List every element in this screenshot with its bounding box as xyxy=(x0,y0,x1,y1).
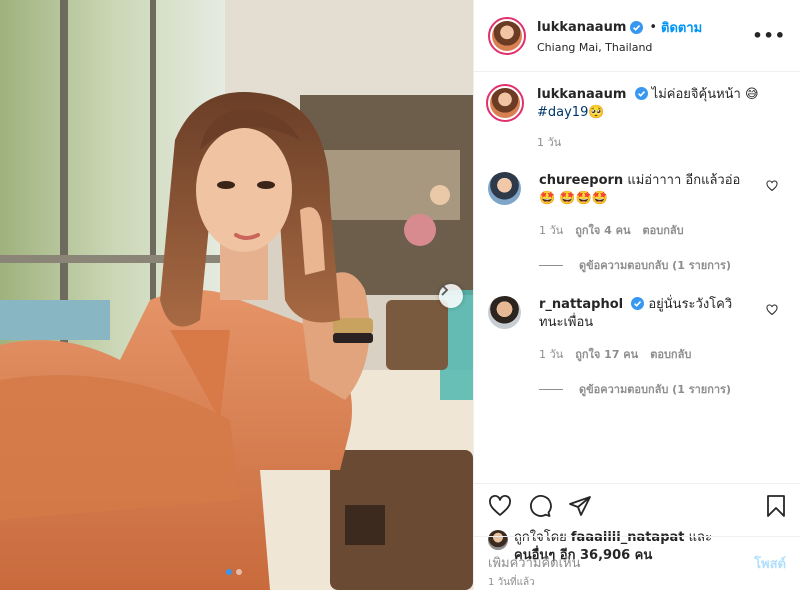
caption-hashtag[interactable]: #day19 xyxy=(537,105,588,120)
heart-icon[interactable] xyxy=(488,494,512,518)
comment-item: chureeporn แม่อ่าาาา อีกแล้วอ่อ🤩 🤩🤩🤩 1 ว… xyxy=(488,172,786,240)
follow-button[interactable]: ติดตาม xyxy=(661,17,702,38)
view-replies-button[interactable]: ดูข้อความตอบกลับ (1 รายการ) xyxy=(539,380,786,398)
add-comment-box: โพสต์ xyxy=(474,536,800,590)
more-options-icon[interactable]: ••• xyxy=(752,26,786,45)
caption-text: ไม่ค่อยจิคุ้นหน้า 😅 xyxy=(651,87,759,102)
carousel-dot-active xyxy=(226,569,232,575)
comment-heart-icon[interactable] xyxy=(766,304,778,316)
post-modal: lukkanaaum • ติดตาม Chiang Mai, Thailand… xyxy=(0,0,800,590)
share-icon[interactable] xyxy=(568,494,592,518)
comment-reply-button[interactable]: ตอบกลับ xyxy=(643,222,684,240)
author-avatar[interactable] xyxy=(488,16,526,55)
comments-list: lukkanaaum ไม่ค่อยจิคุ้นหน้า 😅 #day19🥺 1… xyxy=(474,72,800,483)
comment-time[interactable]: 1 วัน xyxy=(539,346,563,364)
view-replies-label: ดูข้อความตอบกลับ (1 รายการ) xyxy=(579,383,731,396)
carousel-dot xyxy=(236,569,242,575)
caption-avatar[interactable] xyxy=(486,84,524,122)
comment-username[interactable]: chureeporn xyxy=(539,173,623,188)
verified-badge-icon xyxy=(634,87,648,100)
view-replies-button[interactable]: ดูข้อความตอบกลับ (1 รายการ) xyxy=(539,256,786,274)
comment-avatar[interactable] xyxy=(488,172,521,205)
comment-likes[interactable]: ถูกใจ 4 คน xyxy=(575,222,630,240)
comment-time[interactable]: 1 วัน xyxy=(539,222,563,240)
comment-heart-icon[interactable] xyxy=(766,180,778,192)
next-photo-button[interactable] xyxy=(439,284,463,308)
post-header: lukkanaaum • ติดตาม Chiang Mai, Thailand… xyxy=(474,0,800,72)
post-side-panel: lukkanaaum • ติดตาม Chiang Mai, Thailand… xyxy=(473,0,800,590)
comment-input[interactable] xyxy=(488,556,755,571)
post-comment-button[interactable]: โพสต์ xyxy=(754,553,786,574)
caption-time[interactable]: 1 วัน xyxy=(537,134,561,152)
view-replies-line xyxy=(539,388,563,390)
post-photo[interactable] xyxy=(0,0,473,590)
bookmark-icon[interactable] xyxy=(764,494,788,518)
action-bar xyxy=(474,483,800,527)
chevron-right-icon xyxy=(441,284,449,296)
comment-avatar[interactable] xyxy=(488,296,521,329)
header-separator: • xyxy=(649,20,658,35)
verified-badge-icon xyxy=(631,297,645,310)
post-location[interactable]: Chiang Mai, Thailand xyxy=(537,41,702,54)
caption-hashtag-emoji: 🥺 xyxy=(588,105,605,120)
comment-likes[interactable]: ถูกใจ 17 คน xyxy=(575,346,638,364)
comment-reply-button[interactable]: ตอบกลับ xyxy=(650,346,691,364)
comment-item: r_nattaphol อยู่นั่นระวังโควิทนะเพื่อน 1… xyxy=(488,296,786,364)
caption: lukkanaaum ไม่ค่อยจิคุ้นหน้า 😅 #day19🥺 1… xyxy=(486,84,786,152)
view-replies-label: ดูข้อความตอบกลับ (1 รายการ) xyxy=(579,259,731,272)
caption-username[interactable]: lukkanaaum xyxy=(537,87,626,102)
author-username[interactable]: lukkanaaum xyxy=(537,20,626,35)
carousel-dots xyxy=(226,569,242,575)
photo-illustration xyxy=(0,0,473,590)
comment-username[interactable]: r_nattaphol xyxy=(539,297,623,312)
verified-badge-icon xyxy=(630,21,644,34)
comment-icon[interactable] xyxy=(528,494,552,518)
view-replies-line xyxy=(539,264,563,266)
